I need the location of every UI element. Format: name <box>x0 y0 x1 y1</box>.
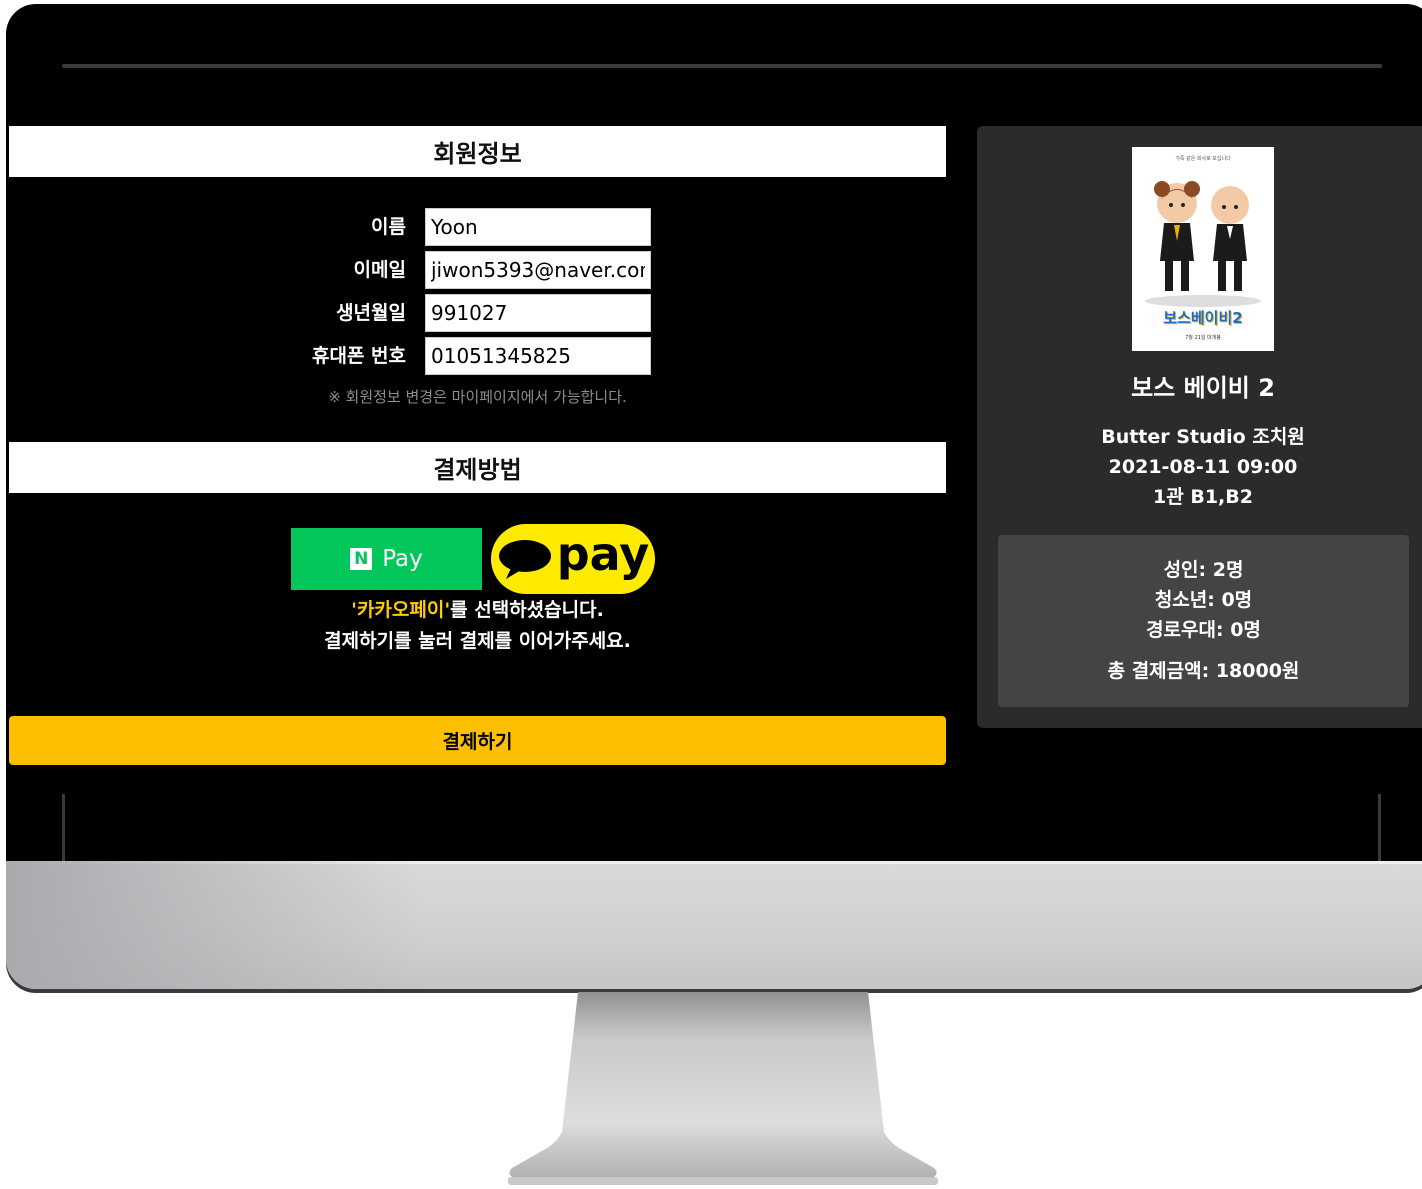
naver-pay-label: Pay <box>382 546 423 572</box>
email-field[interactable] <box>425 251 651 289</box>
phone-label: 휴대폰 번호 <box>311 345 406 367</box>
booking-details: Butter Studio 조치원 2021-08-11 09:00 1관 B1… <box>977 422 1422 512</box>
total-amount: 총 결제금액: 18000원 <box>1107 660 1300 682</box>
naver-n-icon: N <box>350 548 373 570</box>
price-summary-box: 성인: 2명 청소년: 0명 경로우대: 0명 총 결제금액: 18000원 <box>998 535 1409 707</box>
kakao-pay-button[interactable]: pay <box>491 524 655 594</box>
seat-info: 1관 B1,B2 <box>1153 486 1253 508</box>
speech-bubble-icon <box>498 540 551 579</box>
movie-title: 보스 베이비 2 <box>1131 374 1275 402</box>
birthdate-row: 생년월일 <box>250 294 660 332</box>
phone-field[interactable] <box>425 337 651 375</box>
checkout-button[interactable]: 결제하기 <box>9 716 946 765</box>
movie-poster: 가족 같은 회사로 모십니다 보스베이비2 7월 21일 대개봉 <box>1132 147 1274 351</box>
poster-illustration <box>1145 181 1261 307</box>
youth-count: 청소년: 0명 <box>1154 589 1253 611</box>
selected-method-highlight: '카카오페이' <box>351 599 451 621</box>
birthdate-field[interactable] <box>425 294 651 332</box>
theater-name: Butter Studio 조치원 <box>1101 426 1305 448</box>
screen-divider-left <box>62 794 65 861</box>
kakao-pay-label: pay <box>556 527 650 581</box>
booking-summary-panel: 가족 같은 회사로 모십니다 보스베이비2 7월 21일 대개봉 보스 베이비 … <box>977 126 1422 728</box>
name-row: 이름 <box>250 208 660 246</box>
monitor-chin <box>6 861 1422 989</box>
screen-divider <box>62 64 1382 68</box>
screen-divider-right <box>1378 794 1381 861</box>
member-info-header: 회원정보 <box>9 126 946 177</box>
payment-selection-message: '카카오페이'를 선택하셨습니다. 결제하기를 눌러 결제를 이어가주세요. <box>324 599 631 652</box>
payment-method-header: 결제방법 <box>9 442 946 493</box>
phone-row: 휴대폰 번호 <box>250 337 660 375</box>
senior-count: 경로우대: 0명 <box>1146 619 1261 641</box>
monitor-stand <box>508 992 938 1185</box>
name-field[interactable] <box>425 208 651 246</box>
birthdate-label: 생년월일 <box>336 302 406 324</box>
showtime: 2021-08-11 09:00 <box>1108 456 1298 478</box>
email-row: 이메일 <box>250 251 660 289</box>
name-label: 이름 <box>371 216 406 238</box>
naver-pay-button[interactable]: N Pay <box>291 528 482 590</box>
adult-count: 성인: 2명 <box>1163 559 1244 581</box>
member-info-note: ※ 회원정보 변경은 마이페이지에서 가능합니다. <box>328 388 627 406</box>
email-label: 이메일 <box>353 259 406 281</box>
